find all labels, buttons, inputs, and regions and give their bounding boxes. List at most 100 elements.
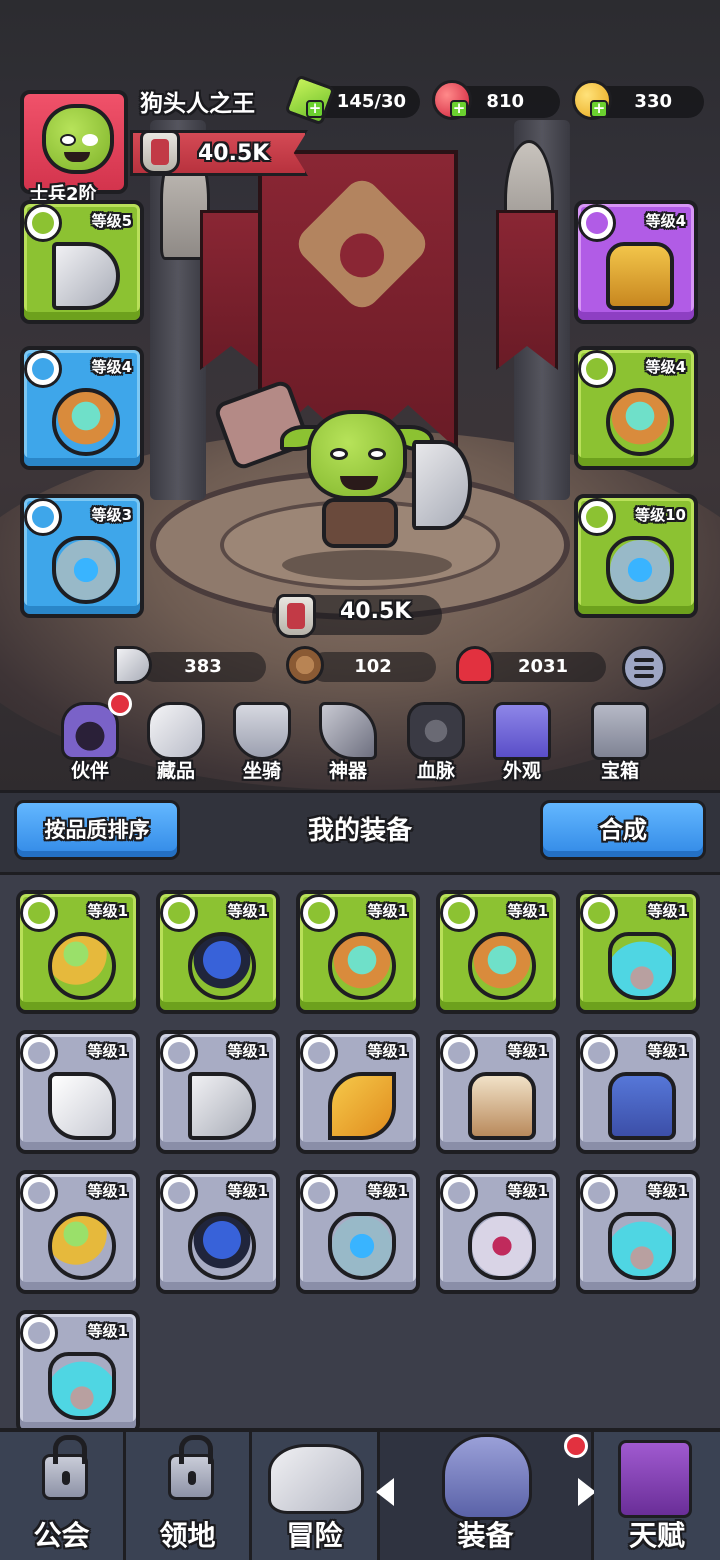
add-gold-button[interactable]: + (590, 100, 608, 118)
inventory-slot[interactable]: 等级1 (16, 1030, 140, 1154)
menu-appearance[interactable]: 外观 (482, 702, 562, 783)
nav-territory[interactable]: 领地 (126, 1432, 252, 1560)
power-icon (140, 130, 180, 174)
equip-slot-ring[interactable]: 等级4 (20, 346, 144, 470)
item-level: 等级1 (367, 1042, 408, 1060)
item-type-badge (160, 1034, 198, 1072)
equip-slot-armor[interactable]: 等级4 (574, 200, 698, 324)
inventory-slot[interactable]: 等级1 (296, 1030, 420, 1154)
ring-teal-icon (468, 932, 536, 1000)
inventory-slot[interactable]: 等级1 (156, 1170, 280, 1294)
inventory-slot[interactable]: 等级1 (156, 1030, 280, 1154)
amulet-icon (328, 1212, 396, 1280)
item-type-badge (20, 1034, 58, 1072)
mask-pink-icon (468, 1212, 536, 1280)
inventory-slot[interactable]: 等级1 (436, 890, 560, 1014)
lock-icon (168, 1435, 214, 1500)
slot-level: 等级4 (645, 212, 686, 230)
item-type-badge (440, 894, 478, 932)
inventory-slot[interactable]: 等级1 (16, 890, 140, 1014)
ring-blue-icon (188, 1212, 256, 1280)
attack-stat: 383 (140, 652, 266, 682)
item-type-badge (160, 1174, 198, 1212)
inventory-slot[interactable]: 等级1 (576, 1170, 700, 1294)
mask-teal-icon (608, 932, 676, 1000)
ring-type-badge (578, 350, 616, 388)
item-level: 等级1 (227, 902, 268, 920)
item-level: 等级1 (367, 902, 408, 920)
power-icon (276, 594, 316, 638)
sword-icon (319, 702, 377, 760)
menu-label: 血脉 (416, 760, 455, 782)
equip-slot-weapon[interactable]: 等级5 (20, 200, 144, 324)
menu-bloodline[interactable]: 血脉 (396, 702, 476, 783)
ring-green-icon (48, 1212, 116, 1280)
hero-avatar[interactable] (20, 90, 128, 194)
menu-chest[interactable]: 宝箱 (580, 702, 660, 783)
inventory-slot[interactable]: 等级1 (436, 1170, 560, 1294)
item-level: 等级1 (87, 1042, 128, 1060)
stone-icon (147, 702, 205, 760)
inventory-slot[interactable]: 等级1 (16, 1310, 140, 1434)
inventory-slot[interactable]: 等级1 (576, 890, 700, 1014)
nav-label: 领地 (159, 1519, 216, 1552)
menu-artifact[interactable]: 神器 (308, 702, 388, 783)
axe-icon (188, 1072, 256, 1140)
menu-label: 宝箱 (600, 760, 639, 782)
equip-slot-ring-2[interactable]: 等级4 (574, 346, 698, 470)
item-type-badge (300, 1174, 338, 1212)
talent-book-icon (618, 1440, 692, 1518)
amulet-type-badge (24, 498, 62, 536)
item-type-badge (580, 894, 618, 932)
mask-teal-icon (608, 1212, 676, 1280)
equip-slot-amulet-2[interactable]: 等级10 (574, 494, 698, 618)
hero-name: 狗头人之王 (140, 91, 255, 117)
shield-icon (286, 646, 324, 684)
item-type-badge (440, 1034, 478, 1072)
hero-character[interactable] (212, 378, 472, 580)
item-level: 等级1 (87, 1322, 128, 1340)
leather-armor-icon (468, 1072, 536, 1140)
arrow-left-icon[interactable] (376, 1478, 394, 1506)
inventory-slot[interactable]: 等级1 (156, 890, 280, 1014)
menu-collection[interactable]: 藏品 (136, 702, 216, 783)
ring-teal-icon (328, 932, 396, 1000)
item-type-badge (300, 894, 338, 932)
inventory-slot[interactable]: 等级1 (16, 1170, 140, 1294)
item-level: 等级1 (87, 902, 128, 920)
nav-label: 装备 (457, 1519, 514, 1552)
inventory-title: 我的装备 (307, 816, 412, 846)
menu-mount[interactable]: 坐骑 (222, 702, 302, 783)
nav-talent[interactable]: 天赋 (594, 1432, 720, 1560)
merge-button[interactable]: 合成 (540, 800, 706, 860)
nav-adventure[interactable]: 冒险 (252, 1432, 380, 1560)
saddle-icon (233, 702, 291, 760)
bloodline-icon (407, 702, 465, 760)
inventory-slot[interactable]: 等级1 (436, 1030, 560, 1154)
center-power-value: 40.5K (340, 599, 412, 624)
power-value: 40.5K (198, 141, 270, 166)
add-gems-button[interactable]: + (450, 100, 468, 118)
amulet-icon (52, 536, 120, 604)
ring-green-icon (48, 932, 116, 1000)
nav-label: 天赋 (628, 1519, 685, 1552)
notification-dot (108, 692, 132, 716)
slot-level: 等级4 (645, 358, 686, 376)
menu-label: 藏品 (156, 760, 195, 782)
nav-guild[interactable]: 公会 (0, 1432, 126, 1560)
notification-dot (564, 1434, 588, 1458)
item-type-badge (440, 1174, 478, 1212)
stats-detail-button[interactable] (622, 646, 666, 690)
inventory-slot[interactable]: 等级1 (296, 1170, 420, 1294)
attack-value: 383 (184, 656, 222, 677)
inventory-slot[interactable]: 等级1 (296, 890, 420, 1014)
item-level: 等级1 (87, 1182, 128, 1200)
item-type-badge (20, 1314, 58, 1352)
nav-equipment[interactable]: 装备 (380, 1432, 594, 1560)
inventory-slot[interactable]: 等级1 (576, 1030, 700, 1154)
sort-by-quality-button[interactable]: 按品质排序 (14, 800, 180, 860)
equip-slot-amulet[interactable]: 等级3 (20, 494, 144, 618)
energy-value: 145/30 (336, 91, 406, 112)
slot-level: 等级5 (91, 212, 132, 230)
add-energy-button[interactable]: + (306, 100, 324, 118)
